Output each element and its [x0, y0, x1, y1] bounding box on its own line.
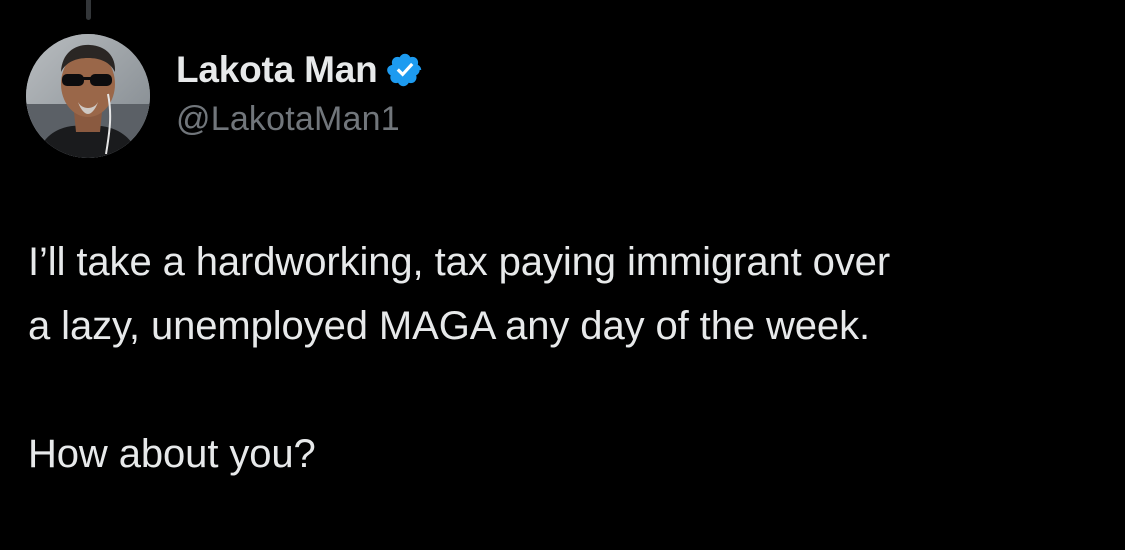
avatar[interactable] — [26, 34, 150, 158]
paragraph-break — [28, 358, 1108, 422]
author-display-name[interactable]: Lakota Man — [176, 49, 378, 91]
tweet-author: Lakota Man @LakotaMan1 — [176, 46, 424, 139]
thread-connector-line — [86, 0, 91, 20]
verified-badge-icon[interactable] — [386, 51, 424, 89]
tweet-text-line: a lazy, unemployed MAGA any day of the w… — [28, 304, 870, 348]
tweet-text-line: How about you? — [28, 432, 316, 476]
author-name-row: Lakota Man — [176, 46, 424, 94]
author-handle[interactable]: @LakotaMan1 — [176, 100, 424, 139]
tweet-text-line: I’ll take a hardworking, tax paying immi… — [28, 240, 891, 284]
tweet-text: I’ll take a hardworking, tax paying immi… — [28, 230, 1108, 486]
avatar-photo — [26, 34, 150, 158]
